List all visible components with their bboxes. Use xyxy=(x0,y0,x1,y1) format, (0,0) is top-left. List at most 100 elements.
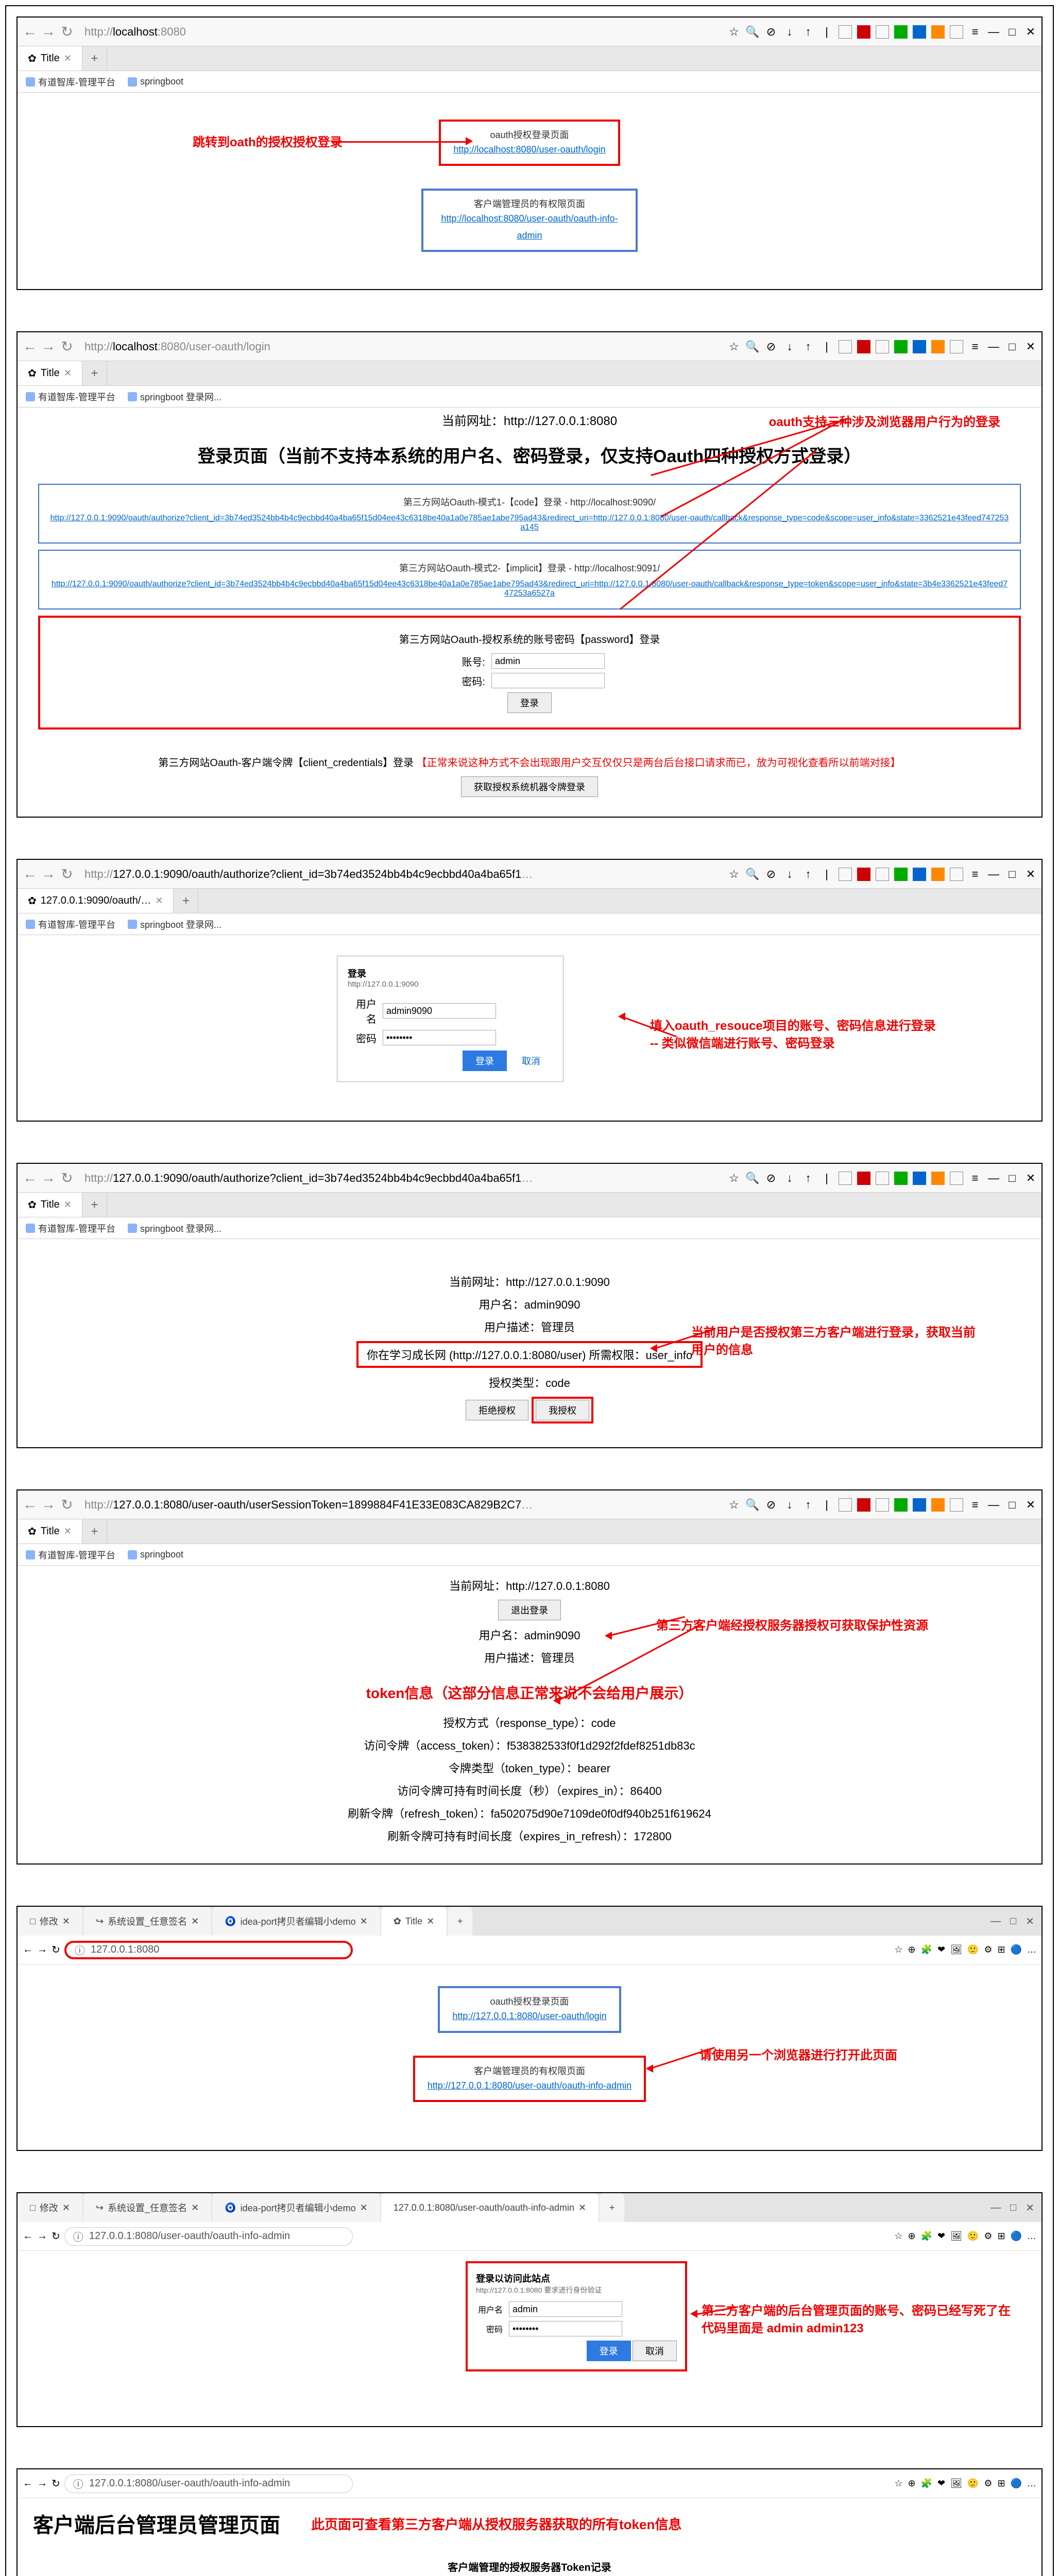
minimize-icon[interactable]: — xyxy=(987,25,1000,39)
new-tab-button[interactable]: + xyxy=(82,361,107,385)
shield-icon[interactable]: ⊘ xyxy=(764,340,778,353)
close-icon[interactable]: ✕ xyxy=(1026,1915,1034,1928)
minimize-icon[interactable]: — xyxy=(990,2202,1001,2214)
ext-icon[interactable] xyxy=(931,25,945,39)
cancel-button[interactable]: 取消 xyxy=(633,2341,677,2361)
new-tab-button[interactable]: + xyxy=(448,1907,472,1936)
implicit-mode-link[interactable]: http://127.0.0.1:9090/oauth/authorize?cl… xyxy=(49,580,1010,598)
close-icon[interactable]: ✕ xyxy=(64,53,72,64)
cancel-button[interactable]: 取消 xyxy=(509,1051,553,1071)
menu-icon[interactable]: ≡ xyxy=(968,1498,982,1512)
forward-icon[interactable]: → xyxy=(37,2230,47,2242)
close-icon[interactable]: ✕ xyxy=(1024,868,1037,881)
reload-icon[interactable]: ↻ xyxy=(59,1496,75,1513)
maximize-icon[interactable]: □ xyxy=(1005,868,1019,881)
minimize-icon[interactable]: — xyxy=(987,1172,1000,1185)
reload-icon[interactable]: ↻ xyxy=(59,866,75,883)
maximize-icon[interactable]: □ xyxy=(1010,2202,1016,2214)
search-icon[interactable]: 🔍 xyxy=(746,340,759,353)
allow-button[interactable]: 我授权 xyxy=(536,1400,589,1420)
url-field[interactable]: http://127.0.0.1:8080/user-oauth/userSes… xyxy=(78,1498,542,1512)
download-icon[interactable]: ↓ xyxy=(783,25,796,39)
new-tab-button[interactable]: + xyxy=(600,2193,624,2222)
ext-icon[interactable] xyxy=(913,340,926,353)
oauth-login-link[interactable]: http://127.0.0.1:8080/user-oauth/login xyxy=(452,2008,606,2024)
back-icon[interactable]: ← xyxy=(22,866,38,883)
download-icon[interactable]: ↓ xyxy=(783,340,796,353)
client-credentials-button[interactable]: 获取授权系统机器令牌登录 xyxy=(461,776,598,797)
ext-icon[interactable] xyxy=(857,25,870,39)
close-icon[interactable]: ✕ xyxy=(1024,25,1037,39)
password-input[interactable] xyxy=(509,2321,622,2336)
tab[interactable]: ✿Title✕ xyxy=(18,361,82,385)
ext-icon[interactable] xyxy=(913,25,926,39)
back-icon[interactable]: ← xyxy=(22,1496,38,1513)
minimize-icon[interactable]: — xyxy=(990,1916,1001,1927)
star-icon[interactable]: ☆ xyxy=(727,25,741,39)
back-icon[interactable]: ← xyxy=(22,338,38,355)
password-input[interactable] xyxy=(383,1030,496,1045)
reload-icon[interactable]: ↻ xyxy=(52,1943,60,1956)
ext-icon[interactable] xyxy=(894,25,908,39)
forward-icon[interactable]: → xyxy=(40,1496,57,1513)
back-icon[interactable]: ← xyxy=(23,2478,33,2489)
login-button[interactable]: 登录 xyxy=(463,1050,507,1071)
url-field[interactable]: http://localhost:8080/user-oauth/login xyxy=(78,340,277,353)
url-field[interactable]: http://localhost:8080 xyxy=(78,25,192,39)
back-icon[interactable]: ← xyxy=(22,1170,38,1187)
admin-page-link[interactable]: http://localhost:8080/user-oauth/oauth-i… xyxy=(436,210,623,244)
url-field[interactable]: ⓘ 127.0.0.1:8080/user-oauth/oauth-info-a… xyxy=(64,2227,353,2246)
bookmark[interactable]: 有道智库-管理平台 xyxy=(26,390,115,403)
bookmark[interactable]: 有道智库-管理平台 xyxy=(26,1222,115,1235)
new-tab-button[interactable]: + xyxy=(174,889,198,913)
ext-icon[interactable] xyxy=(931,340,945,353)
back-icon[interactable]: ← xyxy=(23,2230,33,2242)
ext-icon[interactable] xyxy=(950,25,963,39)
edge-tab[interactable]: ↪ 系统设置_任意签名 ✕ xyxy=(83,1907,211,1936)
new-tab-button[interactable]: + xyxy=(82,46,107,71)
tab[interactable]: ✿Title✕ xyxy=(18,1193,82,1217)
bookmark[interactable]: springboot xyxy=(128,1549,183,1560)
upload-icon[interactable]: ↑ xyxy=(801,25,815,39)
edge-tab-active[interactable]: ✿ Title ✕ xyxy=(381,1907,447,1936)
shield-icon[interactable]: ⊘ xyxy=(764,25,778,39)
admin-page-link[interactable]: http://127.0.0.1:8080/user-oauth/oauth-i… xyxy=(428,2077,631,2094)
logout-button[interactable]: 退出登录 xyxy=(498,1600,561,1620)
bookmark[interactable]: 有道智库-管理平台 xyxy=(26,918,115,931)
star-icon[interactable]: ☆ xyxy=(727,340,741,353)
edge-tab[interactable]: 🧿 idea-port拷贝者编辑小demo ✕ xyxy=(212,1907,380,1936)
minimize-icon[interactable]: — xyxy=(987,340,1000,353)
bookmark[interactable]: springboot xyxy=(128,76,183,87)
ext-icon[interactable] xyxy=(950,340,963,353)
ext-icon[interactable] xyxy=(839,25,852,39)
close-icon[interactable]: ✕ xyxy=(1024,340,1037,353)
bookmark[interactable]: 有道智库-管理平台 xyxy=(26,1548,115,1562)
bookmark[interactable]: 有道智库-管理平台 xyxy=(26,75,115,89)
forward-icon[interactable]: → xyxy=(37,2478,47,2489)
new-tab-button[interactable]: + xyxy=(82,1519,107,1544)
maximize-icon[interactable]: □ xyxy=(1005,25,1019,39)
reload-icon[interactable]: ↻ xyxy=(59,338,75,355)
menu-icon[interactable]: ≡ xyxy=(968,1172,982,1185)
username-input[interactable] xyxy=(491,653,605,669)
forward-icon[interactable]: → xyxy=(40,338,57,355)
forward-icon[interactable]: → xyxy=(40,1170,57,1187)
oauth-login-link[interactable]: http://localhost:8080/user-oauth/login xyxy=(453,141,605,158)
reload-icon[interactable]: ↻ xyxy=(52,2477,60,2490)
edge-tab[interactable]: ↪ 系统设置_任意签名 ✕ xyxy=(83,2193,211,2222)
edge-tab[interactable]: □ 修改 ✕ xyxy=(18,1907,82,1936)
maximize-icon[interactable]: □ xyxy=(1005,1498,1019,1512)
ext-icon[interactable] xyxy=(857,340,870,353)
code-mode-link[interactable]: http://127.0.0.1:9090/oauth/authorize?cl… xyxy=(49,514,1010,532)
ext-icon[interactable] xyxy=(894,340,908,353)
bookmark[interactable]: springboot 登录网... xyxy=(128,918,221,931)
login-button[interactable]: 登录 xyxy=(587,2341,631,2361)
maximize-icon[interactable]: □ xyxy=(1005,1172,1019,1185)
url-field[interactable]: ⓘ 127.0.0.1:8080/user-oauth/oauth-info-a… xyxy=(64,2475,353,2493)
url-field[interactable]: http://127.0.0.1:9090/oauth/authorize?cl… xyxy=(78,1172,542,1185)
ext-icon[interactable] xyxy=(876,25,889,39)
tab[interactable]: ✿Title✕ xyxy=(18,46,82,71)
close-icon[interactable]: ✕ xyxy=(1026,2201,1034,2214)
reload-icon[interactable]: ↻ xyxy=(52,2230,60,2243)
edge-tab-active[interactable]: 127.0.0.1:8080/user-oauth/oauth-info-adm… xyxy=(381,2193,599,2222)
